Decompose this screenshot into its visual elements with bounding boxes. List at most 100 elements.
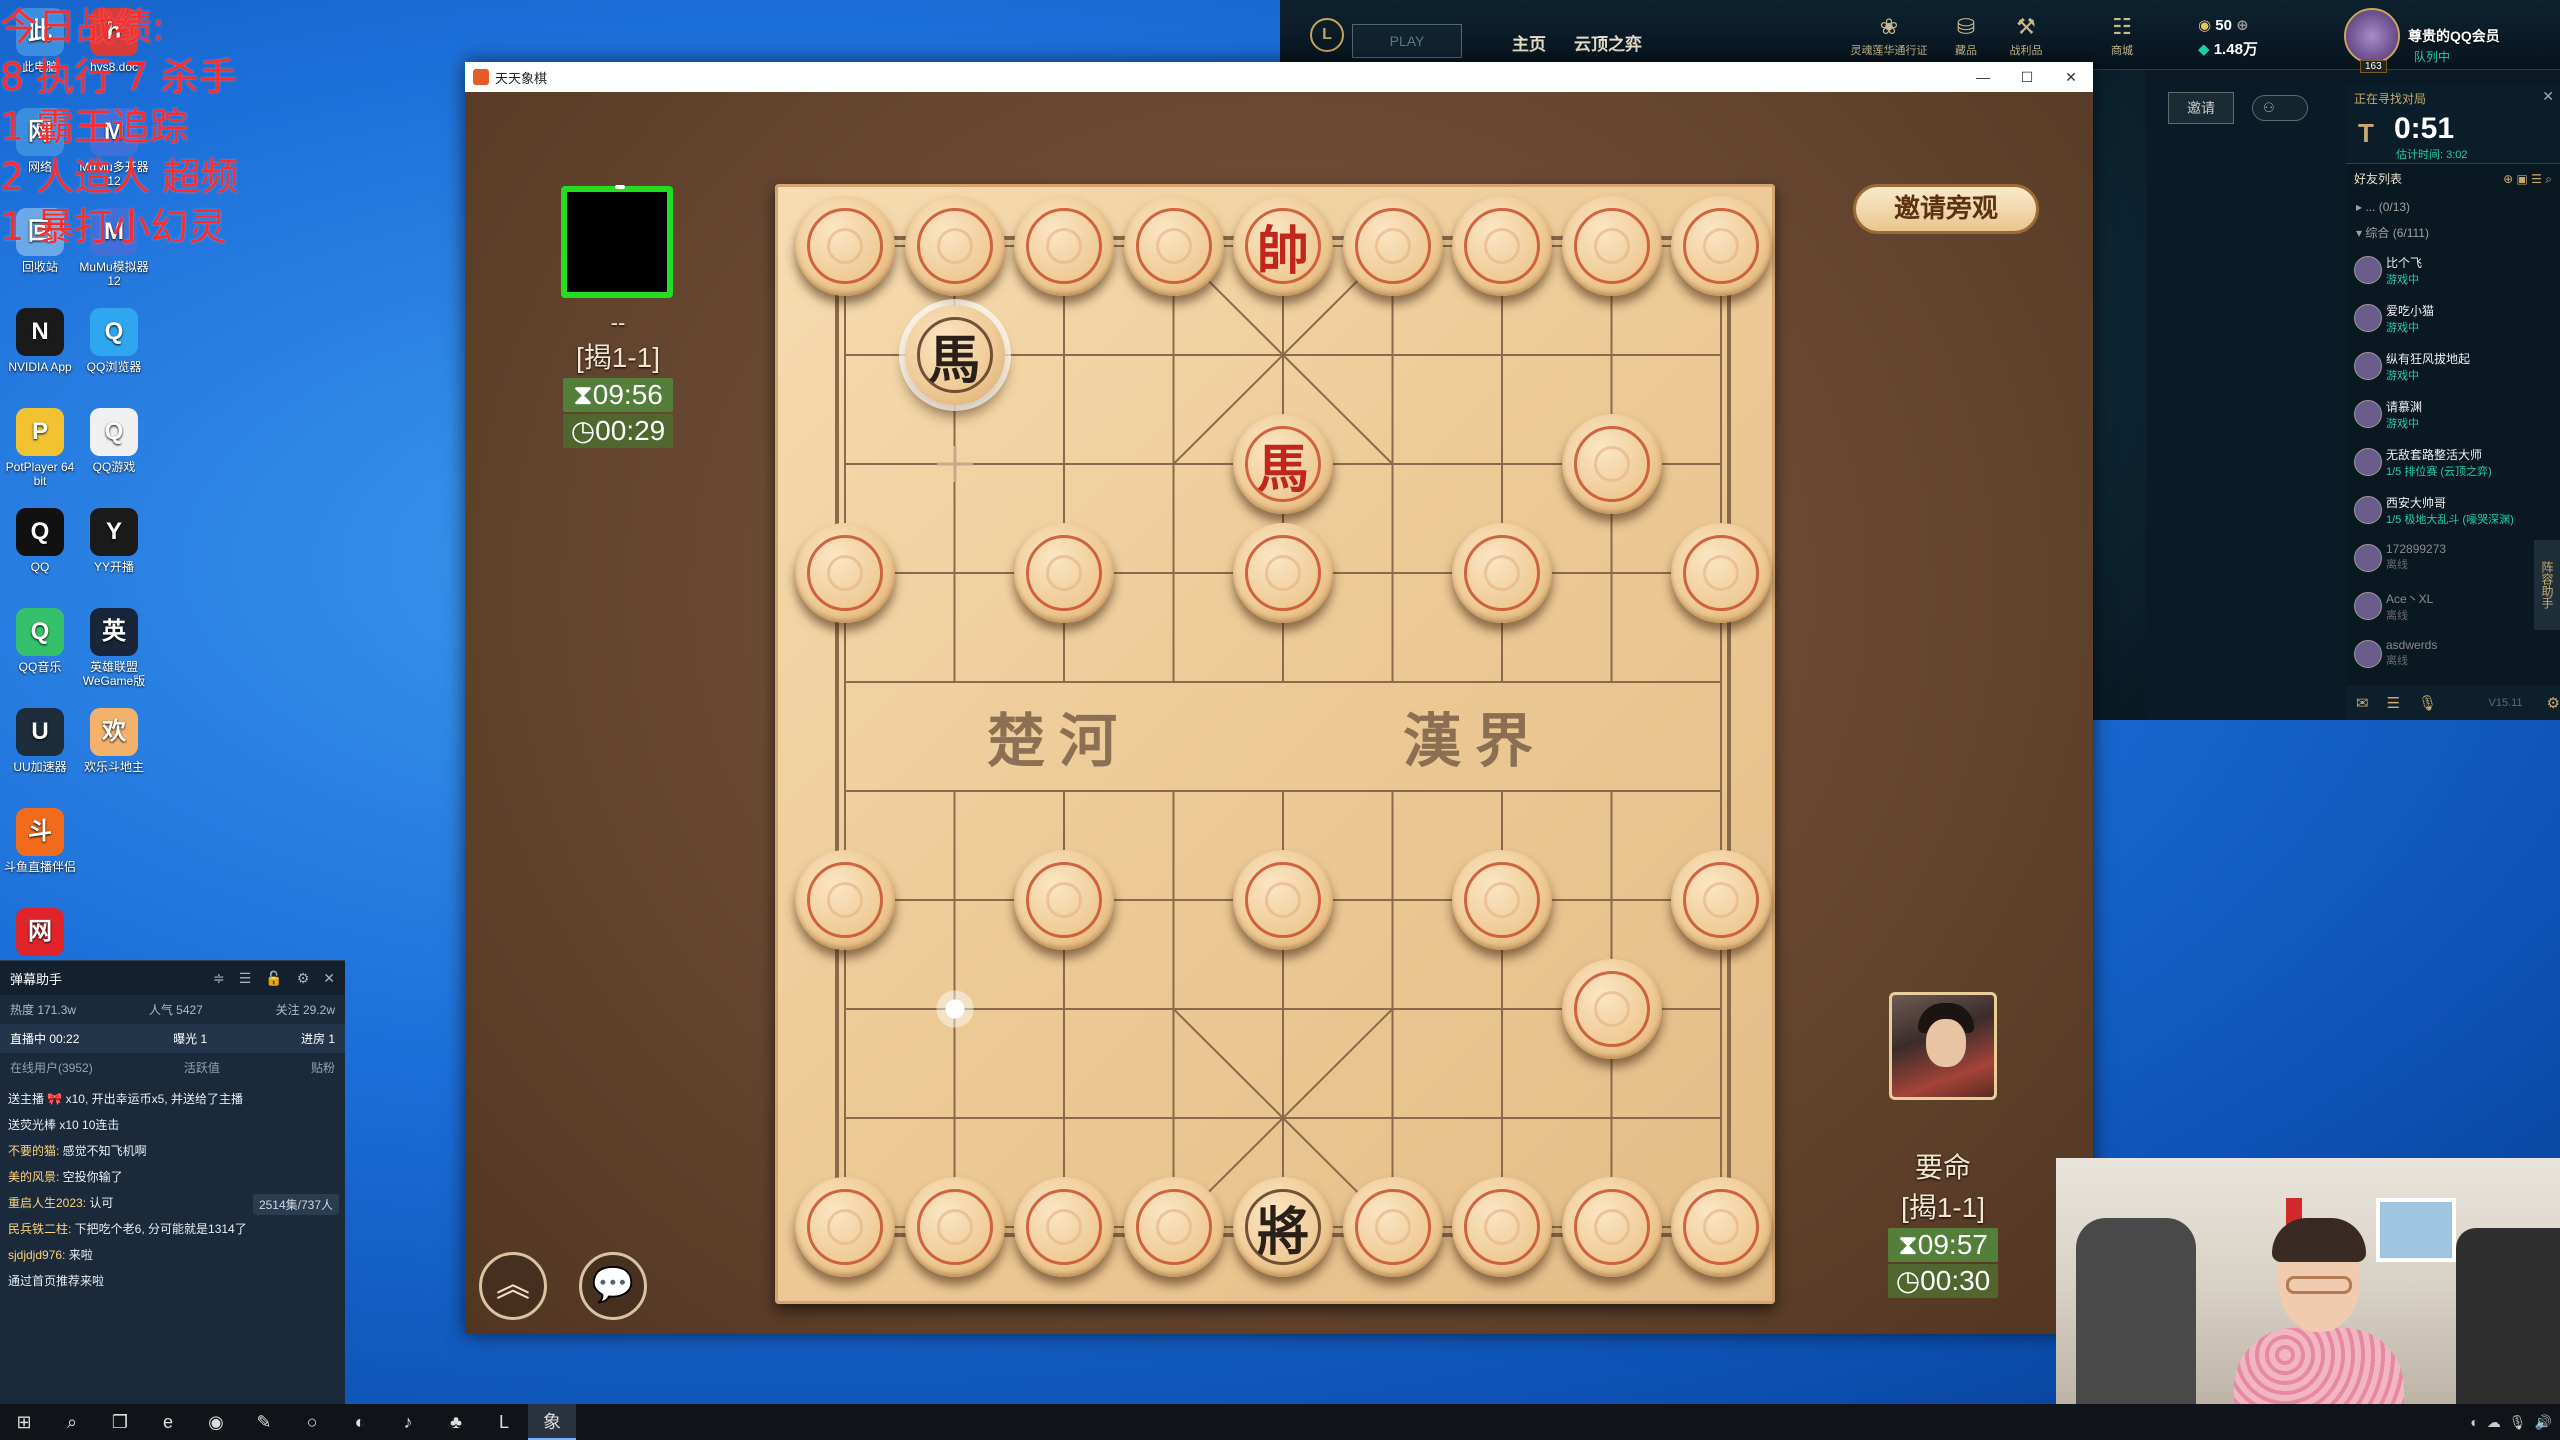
hidden-piece[interactable] xyxy=(1561,414,1662,514)
friend-group-collapsed[interactable]: ▸ ... (0/13) xyxy=(2346,194,2560,220)
collection-button[interactable]: ⛁ 藏品 xyxy=(1936,14,1996,58)
tray-mic-icon[interactable]: 🎙 xyxy=(2509,1414,2527,1431)
hidden-piece[interactable] xyxy=(1671,196,1771,296)
player-avatar[interactable] xyxy=(1889,992,1997,1100)
desktop-shortcut[interactable]: Q QQ浏览器 xyxy=(74,308,154,374)
lineup-helper-tab[interactable]: 阵容助手 xyxy=(2534,540,2560,630)
start-icon[interactable]: ⊞ xyxy=(0,1404,48,1440)
friend-group-general[interactable]: ▾ 综合 (6/111) xyxy=(2346,220,2560,246)
hidden-piece[interactable] xyxy=(1561,1177,1662,1277)
desktop-shortcut[interactable]: N NVIDIA App xyxy=(0,308,80,374)
folder-icon[interactable]: ▣ xyxy=(2516,172,2527,186)
queue-cancel-icon[interactable]: ✕ xyxy=(2542,88,2554,105)
hidden-piece[interactable] xyxy=(904,1177,1005,1277)
lol-logo-icon[interactable]: L xyxy=(1310,18,1344,52)
maximize-button[interactable]: ☐ xyxy=(2005,62,2049,92)
desktop-shortcut[interactable]: U UU加速器 xyxy=(0,708,80,774)
hidden-piece[interactable] xyxy=(1342,1177,1443,1277)
search-icon[interactable]: ⌕ xyxy=(2545,172,2552,186)
message-user[interactable]: 重启人生2023: xyxy=(8,1196,89,1210)
store-button[interactable]: ☷ 商城 xyxy=(2092,14,2152,58)
hidden-piece[interactable] xyxy=(795,850,895,950)
desktop-shortcut[interactable]: 英英雄联盟WeGame版 xyxy=(74,608,154,688)
tray-qq-icon[interactable]: ◐ xyxy=(2470,1414,2478,1430)
desktop-shortcut[interactable]: Q QQ音乐 xyxy=(0,608,80,674)
nav-home[interactable]: 主页 xyxy=(1512,30,1546,55)
edge-icon[interactable]: e xyxy=(144,1404,192,1440)
friend-item[interactable]: 纵有狂风拔地起 游戏中 xyxy=(2346,342,2560,390)
task-view-icon[interactable]: ❐ xyxy=(96,1404,144,1440)
desktop-shortcut[interactable]: 欢欢乐斗地主 xyxy=(74,708,154,774)
pass-button[interactable]: ❀ 灵魂莲华通行证 xyxy=(1846,14,1932,58)
hidden-piece[interactable] xyxy=(1671,850,1771,950)
mission-icon[interactable]: ☰ xyxy=(2387,694,2400,712)
black-piece[interactable]: 將 xyxy=(1233,1177,1333,1277)
message-user[interactable]: 不要的猫: xyxy=(8,1144,63,1158)
desktop-shortcut[interactable]: Q QQ游戏 xyxy=(74,408,154,474)
hidden-piece[interactable] xyxy=(1452,523,1552,623)
mouse-icon[interactable]: ✎ xyxy=(240,1404,288,1440)
hidden-piece[interactable] xyxy=(1233,523,1333,623)
invite-spectators-button[interactable]: 邀请旁观 xyxy=(1853,184,2039,234)
lobby-invite-button[interactable]: 邀请 xyxy=(2168,92,2234,124)
tray-volume-icon[interactable]: 🔊 xyxy=(2535,1414,2552,1431)
hidden-piece[interactable] xyxy=(1671,523,1771,623)
hidden-piece[interactable] xyxy=(1014,196,1114,296)
hidden-piece[interactable] xyxy=(795,1177,895,1277)
move-hint-dot[interactable] xyxy=(932,987,977,1031)
add-rp-icon[interactable]: ⊕ xyxy=(2236,17,2249,34)
friend-item[interactable]: 请慕渊 游戏中 xyxy=(2346,390,2560,438)
close-icon[interactable]: ✕ xyxy=(323,970,335,987)
hidden-piece[interactable] xyxy=(1123,196,1224,296)
xiangqi-board[interactable]: 楚河 漢界 帥馬馬將 xyxy=(775,184,1775,1304)
desktop-shortcut[interactable]: P PotPlayer 64 bit xyxy=(0,408,80,488)
opponent-avatar[interactable] xyxy=(561,185,673,298)
hidden-piece[interactable] xyxy=(1452,196,1552,296)
hidden-piece[interactable] xyxy=(1123,1177,1224,1277)
hidden-piece[interactable] xyxy=(1561,959,1662,1059)
profile-avatar[interactable] xyxy=(2344,8,2400,64)
desktop-shortcut[interactable]: Q QQ xyxy=(0,508,80,574)
party-toggle[interactable]: ⚇ xyxy=(2252,95,2308,121)
hidden-piece[interactable] xyxy=(1452,850,1552,950)
hidden-piece[interactable] xyxy=(795,523,895,623)
xiangqi-icon[interactable]: 象 xyxy=(528,1404,576,1440)
mic-icon[interactable]: 🎙 xyxy=(2418,694,2437,712)
online-users[interactable]: 在线用户(3952) xyxy=(10,1059,93,1076)
settings-icon[interactable]: ≑ xyxy=(213,970,225,987)
friend-item[interactable]: 比个飞 游戏中 xyxy=(2346,246,2560,294)
settings-icon[interactable]: ⚙ xyxy=(2547,694,2560,712)
lol-icon[interactable]: L xyxy=(480,1404,528,1440)
minimize-button[interactable]: — xyxy=(1961,62,2005,92)
friend-item[interactable]: Ace丶XL 离线 xyxy=(2346,582,2560,630)
hidden-piece[interactable] xyxy=(1233,850,1333,950)
hidden-piece[interactable] xyxy=(1452,1177,1552,1277)
friend-item[interactable]: asdwerds 离线 xyxy=(2346,630,2560,678)
tab-activity[interactable]: 活跃值 xyxy=(184,1059,220,1076)
friend-item[interactable]: 172899273 离线 xyxy=(2346,534,2560,582)
hidden-piece[interactable] xyxy=(1342,196,1443,296)
gear-icon[interactable]: ⚙ xyxy=(297,970,310,987)
hidden-piece[interactable] xyxy=(1014,1177,1114,1277)
search-icon[interactable]: ⌕ xyxy=(48,1404,96,1440)
hidden-piece[interactable] xyxy=(1014,523,1114,623)
qq-browser-icon[interactable]: ◐ xyxy=(336,1404,384,1440)
tab-fans[interactable]: 贴粉 xyxy=(311,1059,335,1076)
qq-music-icon[interactable]: ♪ xyxy=(384,1404,432,1440)
profile-card[interactable]: 163 尊贵的QQ会员 队列中 xyxy=(2344,6,2560,73)
red-piece[interactable]: 帥 xyxy=(1233,196,1333,296)
friend-item[interactable]: 西安大帅哥 1/5 极地大乱斗 (嚎哭深渊) xyxy=(2346,486,2560,534)
message-user[interactable]: 美的风景: xyxy=(8,1170,63,1184)
nav-tft[interactable]: 云顶之弈 xyxy=(1574,30,1642,55)
netease-icon[interactable]: ◉ xyxy=(192,1404,240,1440)
chat-button[interactable]: 💬 xyxy=(579,1252,647,1320)
hidden-piece[interactable] xyxy=(1561,196,1662,296)
list-icon[interactable]: ☰ xyxy=(2531,172,2542,186)
hidden-piece[interactable] xyxy=(795,196,895,296)
black-piece[interactable]: 馬 xyxy=(904,305,1005,405)
close-button[interactable]: ✕ xyxy=(2049,62,2093,92)
desktop-shortcut[interactable]: 斗斗鱼直播伴侣 xyxy=(0,808,80,874)
message-user[interactable]: 民兵铁二柱: xyxy=(8,1222,75,1236)
desktop-shortcut[interactable]: Y YY开播 xyxy=(74,508,154,574)
chat-icon[interactable]: ✉ xyxy=(2356,694,2369,712)
